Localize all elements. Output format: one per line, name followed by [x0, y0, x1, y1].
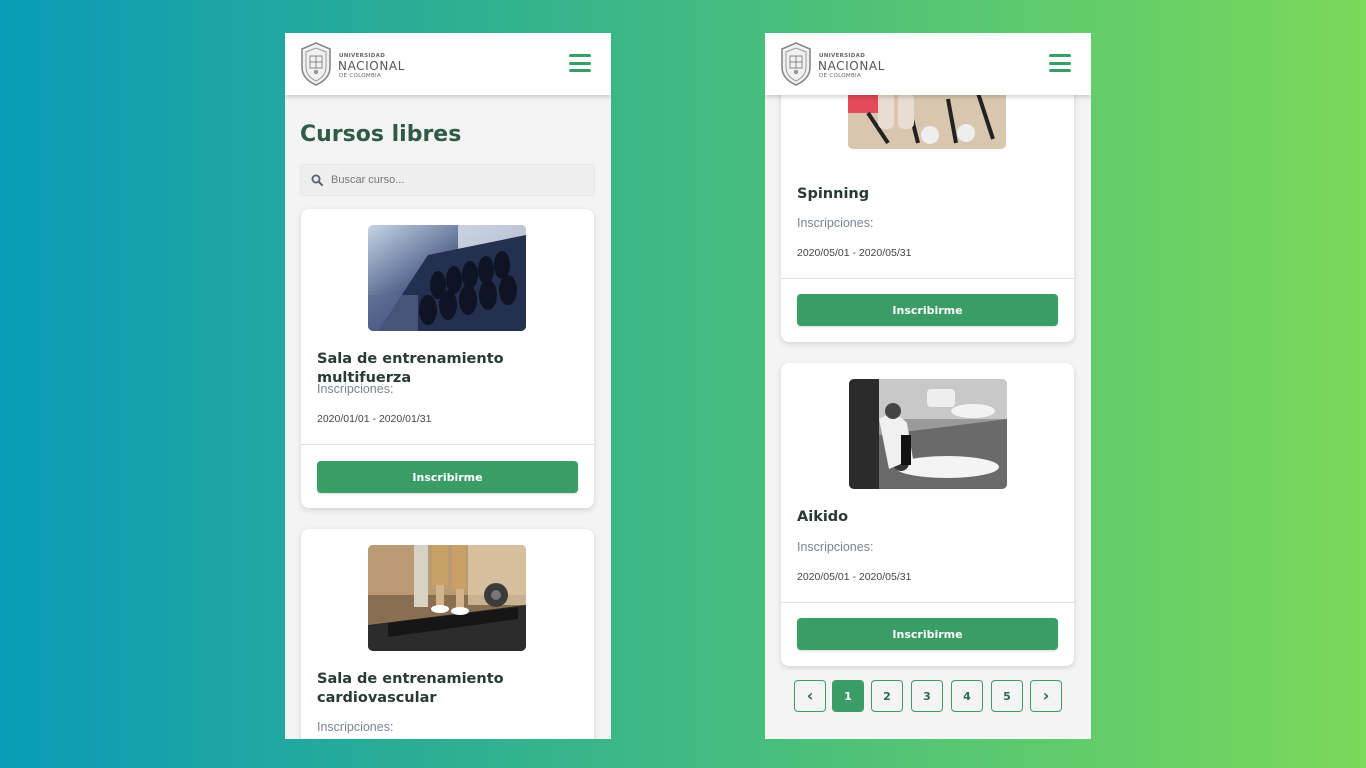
enrollment-dates: 2020/05/01 - 2020/05/31: [797, 571, 912, 583]
card-divider: [781, 278, 1074, 279]
page-button-5[interactable]: 5: [991, 680, 1023, 712]
course-title: Aikido: [797, 509, 849, 525]
phone-screen-right: UNIVERSIDAD NACIONAL DE COLOMBIA Spinnin…: [765, 33, 1091, 739]
chevron-right-icon: ›: [1042, 686, 1050, 705]
dumbbell-rack-photo: [368, 225, 526, 331]
prev-page-button[interactable]: ‹: [794, 680, 826, 712]
course-card: Spinning Inscripciones: 2020/05/01 - 202…: [781, 53, 1074, 342]
enrollment-label: Inscripciones:: [317, 720, 394, 734]
course-title: Spinning: [797, 186, 870, 202]
enrollment-label: Inscripciones:: [797, 216, 874, 230]
course-card: Sala de entrenamiento cardiovascular Ins…: [301, 529, 594, 739]
university-logo[interactable]: UNIVERSIDAD NACIONAL DE COLOMBIA: [299, 41, 409, 87]
treadmill-photo: [368, 545, 526, 651]
logo-line-2: NACIONAL: [338, 59, 406, 73]
page-button-2[interactable]: 2: [871, 680, 903, 712]
next-page-button[interactable]: ›: [1030, 680, 1062, 712]
course-card: Sala de entrenamiento multifuerza Inscri…: [301, 209, 594, 508]
search-icon: [311, 174, 323, 186]
search-input[interactable]: [331, 169, 586, 191]
page-button-1[interactable]: 1: [832, 680, 864, 712]
search-box: [300, 164, 595, 196]
page-button-4[interactable]: 4: [951, 680, 983, 712]
card-divider: [301, 444, 594, 445]
course-title-line-1: Sala de entrenamiento: [317, 671, 504, 687]
pagination: ‹ 1 2 3 4 5 ›: [794, 680, 1064, 712]
hamburger-menu-icon[interactable]: [1049, 54, 1071, 72]
course-card: Aikido Inscripciones: 2020/05/01 - 2020/…: [781, 363, 1074, 666]
enroll-button[interactable]: Inscribirme: [797, 618, 1058, 650]
logo-line-3: DE COLOMBIA: [819, 73, 862, 79]
enrollment-dates: 2020/05/01 - 2020/05/31: [797, 247, 912, 259]
logo-line-3: DE COLOMBIA: [339, 73, 382, 79]
enrollment-label: Inscripciones:: [317, 382, 394, 396]
enrollment-label: Inscripciones:: [797, 540, 874, 554]
university-shield-icon: [781, 42, 811, 86]
enroll-button[interactable]: Inscribirme: [317, 461, 578, 493]
hamburger-menu-icon[interactable]: [569, 54, 591, 72]
chevron-left-icon: ‹: [806, 686, 814, 705]
card-divider: [781, 602, 1074, 603]
course-title: Sala de entrenamiento cardiovascular: [317, 670, 587, 708]
enroll-button[interactable]: Inscribirme: [797, 294, 1058, 326]
aikido-photo: [849, 379, 1007, 489]
logo-line-2: NACIONAL: [818, 59, 886, 73]
page-button-3[interactable]: 3: [911, 680, 943, 712]
phone-screen-left: UNIVERSIDAD NACIONAL DE COLOMBIA Cursos …: [285, 33, 611, 739]
top-navbar: UNIVERSIDAD NACIONAL DE COLOMBIA: [765, 33, 1091, 95]
university-logo[interactable]: UNIVERSIDAD NACIONAL DE COLOMBIA: [779, 41, 889, 87]
top-navbar: UNIVERSIDAD NACIONAL DE COLOMBIA: [285, 33, 611, 95]
course-title-line-2: cardiovascular: [317, 690, 437, 706]
university-shield-icon: [301, 42, 331, 86]
enrollment-dates: 2020/01/01 - 2020/01/31: [317, 413, 432, 425]
page-title: Cursos libres: [300, 122, 462, 147]
